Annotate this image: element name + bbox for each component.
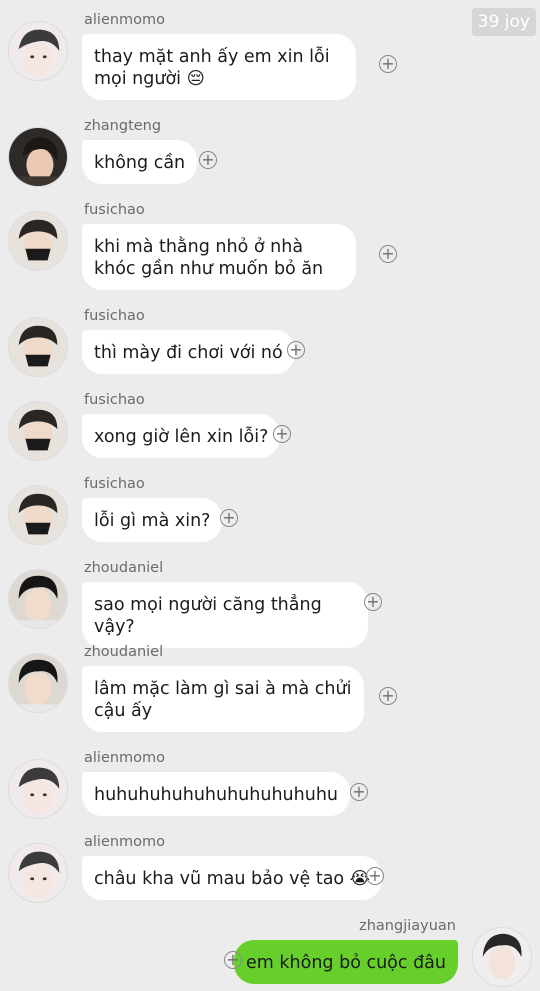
- avatar-fusichao[interactable]: [8, 401, 68, 461]
- message-bubble[interactable]: huhuhuhuhuhuhuhuhuhuhu: [82, 772, 351, 816]
- sender-name: fusichao: [84, 308, 145, 324]
- add-reaction-icon[interactable]: +: [379, 245, 397, 263]
- add-reaction-icon[interactable]: +: [199, 151, 217, 169]
- avatar-alienmomo[interactable]: [8, 21, 68, 81]
- watermark-badge: 39 joy: [471, 8, 536, 36]
- message-bubble[interactable]: thay mặt anh ấy em xin lỗi mọi người 😔: [82, 34, 356, 100]
- message-bubble[interactable]: châu kha vũ mau bảo vệ tao 😭: [82, 856, 383, 900]
- sender-name: alienmomo: [84, 750, 166, 766]
- avatar-zhoudaniel[interactable]: [8, 653, 68, 713]
- message-bubble[interactable]: lâm mặc làm gì sai à mà chửi cậu ấy: [82, 666, 364, 732]
- message-bubble-self[interactable]: em không bỏ cuộc đâu: [234, 940, 458, 984]
- add-reaction-icon[interactable]: +: [224, 951, 242, 969]
- sender-name: fusichao: [84, 392, 145, 408]
- avatar-fusichao[interactable]: [8, 317, 68, 377]
- add-reaction-icon[interactable]: +: [379, 55, 397, 73]
- message-bubble[interactable]: không cần: [82, 140, 198, 184]
- sender-name: alienmomo: [84, 12, 166, 28]
- message-bubble[interactable]: lỗi gì mà xin?: [82, 498, 223, 542]
- avatar-zhoudaniel[interactable]: [8, 569, 68, 629]
- add-reaction-icon[interactable]: +: [273, 425, 291, 443]
- avatar-zhangjiayuan[interactable]: [472, 927, 532, 987]
- add-reaction-icon[interactable]: +: [379, 687, 397, 705]
- avatar-alienmomo[interactable]: [8, 759, 68, 819]
- sender-name: alienmomo: [84, 834, 166, 850]
- sender-name: fusichao: [84, 202, 145, 218]
- message-bubble[interactable]: khi mà thằng nhỏ ở nhà khóc gần như muốn…: [82, 224, 356, 290]
- message-bubble[interactable]: xong giờ lên xin lỗi?: [82, 414, 281, 458]
- add-reaction-icon[interactable]: +: [364, 593, 382, 611]
- avatar-zhangteng[interactable]: [8, 127, 68, 187]
- sender-name: fusichao: [84, 476, 145, 492]
- avatar-fusichao[interactable]: [8, 485, 68, 545]
- message-bubble[interactable]: thì mày đi chơi với nó: [82, 330, 295, 374]
- add-reaction-icon[interactable]: +: [350, 783, 368, 801]
- sender-name: zhoudaniel: [84, 644, 164, 660]
- avatar-alienmomo[interactable]: [8, 843, 68, 903]
- sender-name: zhangjiayuan: [359, 918, 456, 934]
- add-reaction-icon[interactable]: +: [287, 341, 305, 359]
- add-reaction-icon[interactable]: +: [220, 509, 238, 527]
- avatar-fusichao[interactable]: [8, 211, 68, 271]
- sender-name: zhangteng: [84, 118, 162, 134]
- sender-name: zhoudaniel: [84, 560, 164, 576]
- message-bubble[interactable]: sao mọi người căng thẳng vậy?: [82, 582, 368, 648]
- add-reaction-icon[interactable]: +: [366, 867, 384, 885]
